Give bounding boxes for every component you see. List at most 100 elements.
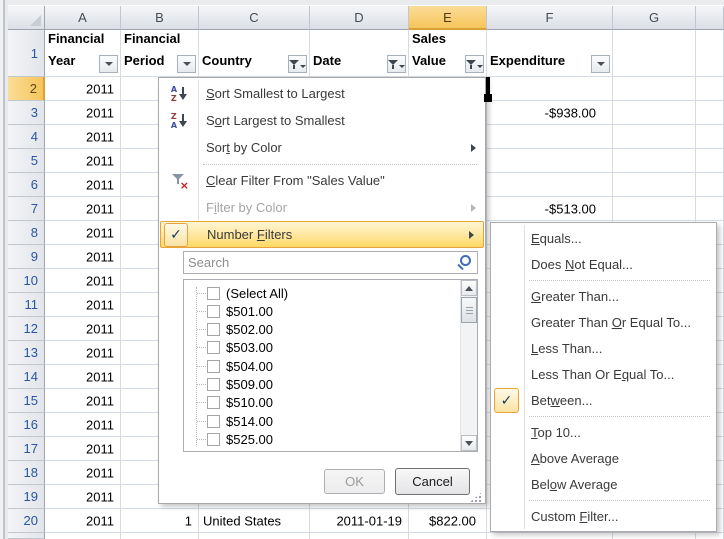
cell-A19[interactable]: 2011 xyxy=(45,485,121,509)
checkbox[interactable] xyxy=(207,323,220,336)
cell-G4[interactable] xyxy=(613,125,696,149)
cell-A20[interactable]: 2011 xyxy=(45,509,121,533)
filter-funnel-button-C[interactable] xyxy=(288,55,307,73)
checkbox[interactable] xyxy=(207,287,220,300)
list-item-503-00[interactable]: $503.00 xyxy=(184,338,460,357)
submenu-item-greater-than-or-equal-to[interactable]: Greater Than Or Equal To... xyxy=(491,309,716,335)
row-header-5[interactable]: 5 xyxy=(8,149,45,173)
checkbox[interactable] xyxy=(207,396,220,409)
cell-A17[interactable]: 2011 xyxy=(45,437,121,461)
row-header-17[interactable]: 17 xyxy=(8,437,45,461)
list-item-509-00[interactable]: $509.00 xyxy=(184,375,460,394)
column-header-G[interactable]: G xyxy=(613,6,696,30)
checkbox[interactable] xyxy=(207,433,220,446)
row-header-2[interactable]: 2 xyxy=(8,77,45,101)
submenu-item-above-average[interactable]: Above Average xyxy=(491,445,716,471)
cell-F3[interactable]: -$938.00 xyxy=(487,101,613,125)
cell-D20[interactable]: 2011-01-19 xyxy=(310,509,409,533)
row-header-10[interactable]: 10 xyxy=(8,269,45,293)
column-header-F[interactable]: F xyxy=(487,6,613,30)
cell-F4[interactable] xyxy=(487,125,613,149)
cell-A8[interactable]: 2011 xyxy=(45,221,121,245)
row-header-20[interactable]: 20 xyxy=(8,509,45,533)
select-all-corner[interactable] xyxy=(8,6,45,30)
column-header-A[interactable]: A xyxy=(45,6,121,30)
row-header-11[interactable]: 11 xyxy=(8,293,45,317)
submenu-item-between[interactable]: ✓Between... xyxy=(491,387,716,413)
cell-H3[interactable] xyxy=(696,101,724,125)
ok-button[interactable]: OK xyxy=(324,469,385,494)
cell-A5[interactable]: 2011 xyxy=(45,149,121,173)
row-header-12[interactable]: 12 xyxy=(8,317,45,341)
scrollbar[interactable] xyxy=(460,280,477,451)
cell-B1[interactable]: FinancialPeriod xyxy=(121,30,199,77)
cell-G1[interactable] xyxy=(613,30,696,77)
cell-F2[interactable] xyxy=(487,77,613,101)
scroll-down-button[interactable] xyxy=(461,435,477,451)
checkbox[interactable] xyxy=(207,378,220,391)
menu-item-clear-filter-from-sales-value[interactable]: ×Clear Filter From "Sales Value" xyxy=(159,167,485,194)
cell-A13[interactable]: 2011 xyxy=(45,341,121,365)
row-header-16[interactable]: 16 xyxy=(8,413,45,437)
row-header-7[interactable]: 7 xyxy=(8,197,45,221)
submenu-item-less-than[interactable]: Less Than... xyxy=(491,335,716,361)
filter-funnel-button-D[interactable] xyxy=(387,55,406,73)
row-header-18[interactable]: 18 xyxy=(8,461,45,485)
row-header-19[interactable]: 19 xyxy=(8,485,45,509)
row-header-8[interactable]: 8 xyxy=(8,221,45,245)
menu-item-sort-smallest-to-largest[interactable]: AZSort Smallest to Largest xyxy=(159,80,485,107)
filter-dropdown-button-F[interactable] xyxy=(591,55,610,73)
scroll-up-button[interactable] xyxy=(461,280,477,296)
cell-A15[interactable]: 2011 xyxy=(45,389,121,413)
cell-D1[interactable]: Date xyxy=(310,30,409,77)
cell-E20[interactable]: $822.00 xyxy=(409,509,487,533)
resize-grip[interactable] xyxy=(470,491,483,502)
row-header-6[interactable]: 6 xyxy=(8,173,45,197)
cell-A12[interactable]: 2011 xyxy=(45,317,121,341)
checkbox[interactable] xyxy=(207,305,220,318)
submenu-item-equals[interactable]: Equals... xyxy=(491,225,716,251)
cancel-button[interactable]: Cancel xyxy=(395,468,470,495)
cell-C1[interactable]: Country xyxy=(199,30,310,77)
row-header-3[interactable]: 3 xyxy=(8,101,45,125)
cell-F1[interactable]: Expenditure xyxy=(487,30,613,77)
cell-G7[interactable] xyxy=(613,197,696,221)
menu-item-number-filters[interactable]: ✓Number Filters xyxy=(160,221,484,248)
cell-F7[interactable]: -$513.00 xyxy=(487,197,613,221)
cell-A18[interactable]: 2011 xyxy=(45,461,121,485)
list-item-504-00[interactable]: $504.00 xyxy=(184,357,460,376)
menu-item-sort-by-color[interactable]: Sort by Color xyxy=(159,134,485,161)
column-header-E[interactable]: E xyxy=(409,6,487,30)
cell-A1[interactable]: FinancialYear xyxy=(45,30,121,77)
cell-A7[interactable]: 2011 xyxy=(45,197,121,221)
list-item-501-00[interactable]: $501.00 xyxy=(184,302,460,321)
scrollbar-thumb[interactable] xyxy=(461,297,477,323)
cell-G5[interactable] xyxy=(613,149,696,173)
cell-A3[interactable]: 2011 xyxy=(45,101,121,125)
cell-A11[interactable]: 2011 xyxy=(45,293,121,317)
list-item-525-00[interactable]: $525.00 xyxy=(184,430,460,449)
column-header-C[interactable]: C xyxy=(199,6,310,30)
row-header-9[interactable]: 9 xyxy=(8,245,45,269)
list-item-514-00[interactable]: $514.00 xyxy=(184,412,460,431)
submenu-item-less-than-or-equal-to[interactable]: Less Than Or Equal To... xyxy=(491,361,716,387)
cell-A4[interactable]: 2011 xyxy=(45,125,121,149)
cell-F5[interactable] xyxy=(487,149,613,173)
search-icon[interactable] xyxy=(457,255,472,270)
cell-F6[interactable] xyxy=(487,173,613,197)
cell-G2[interactable] xyxy=(613,77,696,101)
row-header-14[interactable]: 14 xyxy=(8,365,45,389)
cell-H4[interactable] xyxy=(696,125,724,149)
cell-A9[interactable]: 2011 xyxy=(45,245,121,269)
cell-H7[interactable] xyxy=(696,197,724,221)
filter-funnel-button-E[interactable] xyxy=(465,55,484,73)
submenu-item-does-not-equal[interactable]: Does Not Equal... xyxy=(491,251,716,277)
cell-C20[interactable]: United States xyxy=(199,509,310,533)
checkbox[interactable] xyxy=(207,415,220,428)
row-header-15[interactable]: 15 xyxy=(8,389,45,413)
submenu-item-below-average[interactable]: Below Average xyxy=(491,471,716,497)
cell-G6[interactable] xyxy=(613,173,696,197)
checkbox[interactable] xyxy=(207,341,220,354)
submenu-item-top-10[interactable]: Top 10... xyxy=(491,419,716,445)
list-item-502-00[interactable]: $502.00 xyxy=(184,320,460,339)
